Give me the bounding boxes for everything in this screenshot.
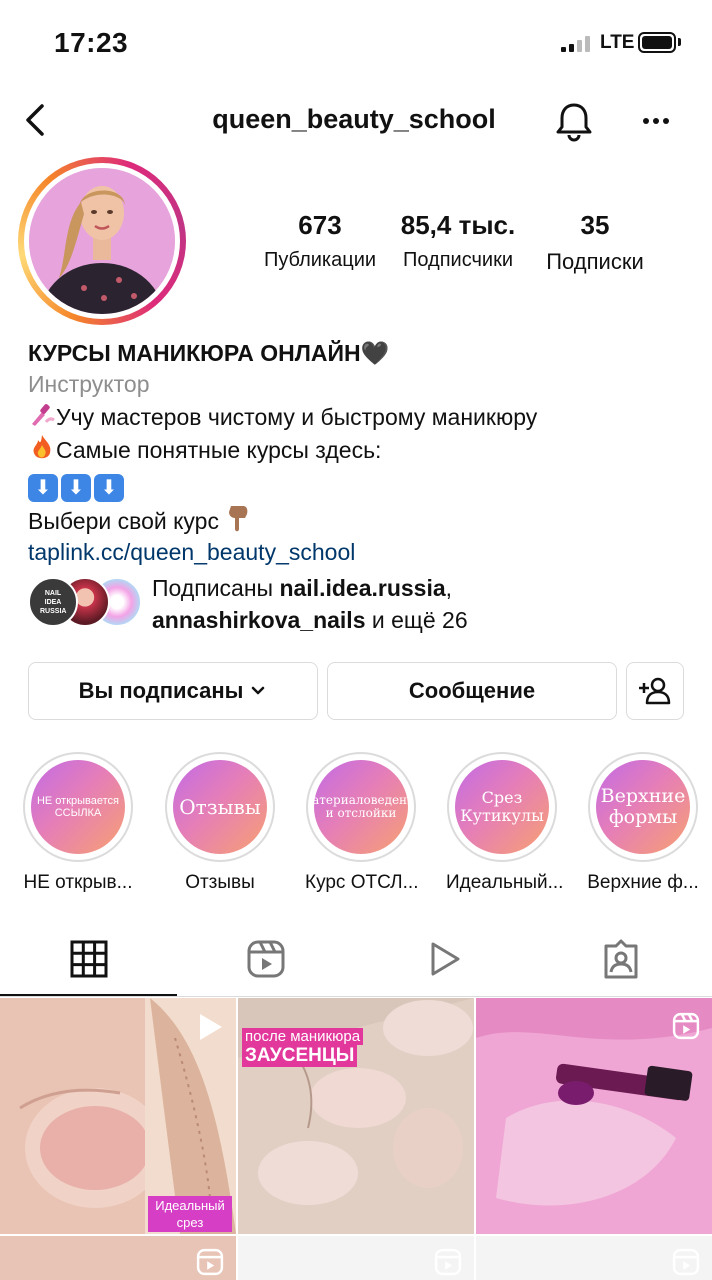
following-button[interactable]: Вы подписаны bbox=[28, 662, 318, 720]
post-caption-top: после маникюра bbox=[242, 1028, 364, 1045]
post-caption-label: Идеальный срез bbox=[148, 1196, 232, 1232]
status-bar: 17:23 LTE bbox=[0, 0, 712, 84]
highlight-label: Отзывы bbox=[185, 872, 255, 893]
stat-posts[interactable]: 673 Публикации bbox=[258, 210, 382, 272]
more-options-icon[interactable] bbox=[636, 104, 676, 138]
notification-bell-icon[interactable] bbox=[553, 100, 595, 142]
bio-line-1: Учу мастеров чистому и быстрому маникюру bbox=[28, 400, 698, 433]
reels-icon bbox=[196, 1248, 224, 1276]
followed-by-avatars[interactable]: NAIL IDEA RUSSIA bbox=[28, 577, 142, 629]
highlight-item[interactable]: Материаловедение и отслойки Курс ОТСЛ... bbox=[305, 752, 419, 894]
active-tab-indicator bbox=[0, 994, 177, 996]
nail-polish-emoji-icon bbox=[32, 404, 55, 426]
profile-avatar bbox=[29, 168, 175, 314]
highlight-label: Верхние ф... bbox=[587, 872, 699, 893]
stat-posts-label: Публикации bbox=[263, 249, 377, 271]
highlight-cover: НЕ открывается ССЫЛКА bbox=[31, 760, 125, 854]
highlight-cover: Срез Кутикулы bbox=[455, 760, 549, 854]
followed-by-user-2[interactable]: annashirkova_nails bbox=[152, 607, 366, 633]
followed-by-text[interactable]: Подписаны nail.idea.russia, annashirkova… bbox=[152, 572, 692, 636]
highlight-label: НЕ открыв... bbox=[23, 872, 133, 893]
video-tab-icon[interactable] bbox=[424, 939, 464, 979]
highlight-cover: Материаловедение и отслойки bbox=[314, 760, 408, 854]
followed-by-user-1[interactable]: nail.idea.russia bbox=[279, 575, 445, 601]
battery-icon bbox=[638, 32, 676, 53]
message-button[interactable]: Сообщение bbox=[327, 662, 617, 720]
post-caption-bottom: ЗАУСЕНЦЫ bbox=[242, 1045, 358, 1067]
stat-posts-value: 673 bbox=[298, 210, 342, 240]
bio-arrows: ⬇ ⬇ ⬇ bbox=[28, 466, 698, 502]
pointing-down-hand-emoji-icon bbox=[229, 506, 248, 532]
down-arrow-emoji-icon: ⬇ bbox=[94, 474, 124, 502]
stat-followers[interactable]: 85,4 тыс. Подписчики bbox=[396, 210, 520, 272]
bio-line-2: Самые понятные курсы здесь: bbox=[28, 433, 698, 466]
highlight-cover: Отзывы bbox=[173, 760, 267, 854]
post-tile[interactable]: Идеальный срез bbox=[0, 998, 236, 1234]
reels-icon bbox=[434, 1248, 462, 1276]
bio-link[interactable]: taplink.cc/queen_beauty_school bbox=[28, 537, 698, 568]
add-user-button[interactable] bbox=[626, 662, 684, 720]
highlight-cover: Верхние формы bbox=[596, 760, 690, 854]
add-user-icon bbox=[639, 677, 671, 705]
highlight-label: Идеальный... bbox=[446, 872, 564, 893]
reels-tab-icon[interactable] bbox=[246, 939, 286, 979]
stat-following[interactable]: 35 Подписки bbox=[536, 210, 654, 275]
highlight-item[interactable]: НЕ открывается ССЫЛКА НЕ открыв... bbox=[22, 752, 134, 894]
stat-followers-value: 85,4 тыс. bbox=[400, 210, 516, 240]
network-label: LTE bbox=[600, 32, 635, 53]
post-tile[interactable] bbox=[476, 1236, 712, 1280]
stat-following-label: Подписки bbox=[546, 249, 644, 274]
post-tile[interactable] bbox=[238, 1236, 474, 1280]
follower-avatar-1: NAIL IDEA RUSSIA bbox=[28, 577, 78, 627]
post-tile[interactable] bbox=[0, 1236, 236, 1280]
profile-avatar-story-ring[interactable] bbox=[18, 157, 186, 325]
status-time: 17:23 bbox=[54, 27, 129, 58]
profile-username: queen_beauty_school bbox=[212, 104, 496, 134]
reels-icon bbox=[672, 1248, 700, 1276]
highlight-label: Курс ОТСЛ... bbox=[305, 872, 419, 893]
signal-icon bbox=[561, 36, 590, 52]
reels-icon bbox=[672, 1012, 700, 1040]
down-arrow-emoji-icon: ⬇ bbox=[61, 474, 91, 502]
profile-tabs bbox=[0, 925, 712, 997]
profile-display-name: КУРСЫ МАНИКЮРА ОНЛАЙН🖤 bbox=[28, 340, 390, 366]
battery-tip bbox=[678, 38, 681, 46]
post-tile[interactable]: после маникюра ЗАУСЕНЦЫ bbox=[238, 998, 474, 1234]
profile-bio: КУРСЫ МАНИКЮРА ОНЛАЙН🖤 Инструктор Учу ма… bbox=[28, 338, 698, 568]
profile-category: Инструктор bbox=[28, 371, 150, 397]
down-arrow-emoji-icon: ⬇ bbox=[28, 474, 58, 502]
bio-line-4: Выбери свой курс bbox=[28, 502, 698, 537]
grid-tab-icon[interactable] bbox=[69, 939, 109, 979]
fire-emoji-icon bbox=[33, 435, 51, 459]
tagged-tab-icon[interactable] bbox=[601, 939, 641, 979]
highlight-item[interactable]: Верхние формы Верхние ф... bbox=[587, 752, 699, 894]
highlight-item[interactable]: Срез Кутикулы Идеальный... bbox=[446, 752, 564, 894]
stat-following-value: 35 bbox=[580, 210, 610, 240]
play-icon bbox=[200, 1014, 222, 1040]
post-tile[interactable] bbox=[476, 998, 712, 1234]
highlight-item[interactable]: Отзывы Отзывы bbox=[164, 752, 276, 894]
stat-followers-label: Подписчики bbox=[402, 249, 514, 271]
chevron-down-icon bbox=[252, 686, 265, 695]
